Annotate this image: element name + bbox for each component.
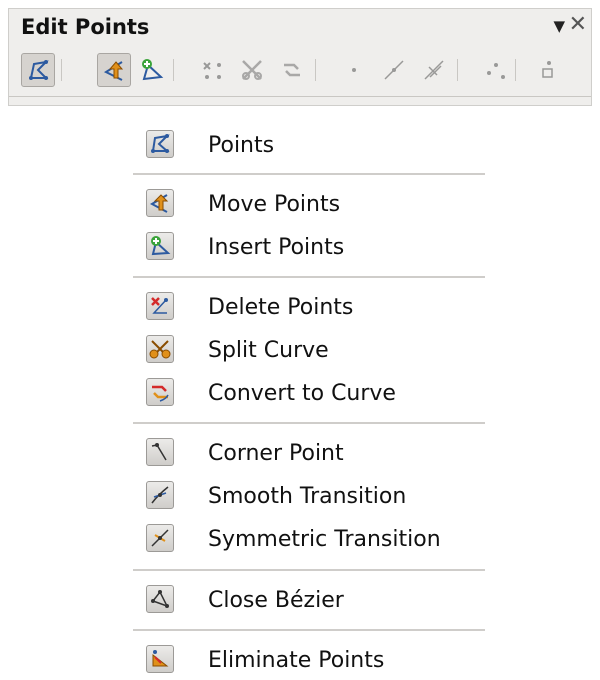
dropdown-icon[interactable]: ▼: [553, 17, 565, 35]
split-curve-icon: [146, 335, 174, 363]
menu-item-convert-to-curve[interactable]: Convert to Curve: [133, 373, 485, 413]
close-icon[interactable]: ✕: [569, 12, 587, 37]
menu-separator: [133, 569, 485, 571]
convert-to-curve-button[interactable]: [275, 53, 309, 87]
menu-item-split-curve[interactable]: Split Curve: [133, 330, 485, 370]
menu-item-label: Convert to Curve: [208, 381, 396, 406]
menu-separator: [133, 173, 485, 175]
toolbar-separator: [61, 59, 62, 81]
menu-separator: [133, 629, 485, 631]
split-curve-icon: [242, 60, 262, 80]
menu-item-label: Symmetric Transition: [208, 527, 441, 552]
delete-points-icon: [146, 292, 174, 320]
eliminate-points-icon: [146, 645, 174, 673]
close-bezier-button[interactable]: [479, 53, 513, 87]
convert-to-curve-icon: [284, 63, 300, 77]
toolbar-separator: [457, 59, 458, 81]
menu-item-close-bezier[interactable]: Close Bézier: [133, 580, 485, 620]
menu-item-label: Eliminate Points: [208, 648, 385, 673]
insert-points-button[interactable]: [135, 53, 169, 87]
insert-points-icon: [146, 232, 174, 260]
move-points-icon: [146, 189, 174, 217]
menu-separator: [133, 276, 485, 278]
move-points-icon: [103, 61, 124, 81]
corner-point-button[interactable]: [337, 53, 371, 87]
corner-point-icon: [352, 68, 356, 72]
edit-points-toolbar: Edit Points ▼ ✕: [8, 8, 592, 106]
symmetric-transition-icon: [424, 60, 444, 80]
points-icon: [146, 130, 174, 158]
corner-point-icon: [146, 438, 174, 466]
convert-to-curve-icon: [146, 378, 174, 406]
menu-item-corner-point[interactable]: Corner Point: [133, 433, 485, 473]
toolbar-separator: [315, 59, 316, 81]
menu-separator: [133, 422, 485, 424]
toolbar-bottom-border: [9, 96, 591, 97]
toolbar-separator: [515, 59, 516, 81]
close-bezier-icon: [487, 63, 505, 79]
smooth-transition-icon: [146, 481, 174, 509]
menu-item-insert-points[interactable]: Insert Points: [133, 227, 485, 267]
menu-item-smooth-transition[interactable]: Smooth Transition: [133, 476, 485, 516]
symmetric-transition-icon: [146, 524, 174, 552]
menu-item-label: Move Points: [208, 192, 341, 217]
smooth-transition-button[interactable]: [377, 53, 411, 87]
menu-item-label: Points: [208, 133, 275, 158]
menu-item-eliminate-points[interactable]: Eliminate Points: [133, 640, 485, 680]
toolbar-title: Edit Points: [21, 15, 150, 39]
menu-item-delete-points[interactable]: Delete Points: [133, 287, 485, 327]
eliminate-points-icon: [542, 61, 553, 78]
menu-item-label: Smooth Transition: [208, 484, 407, 509]
toolbar-buttons: [21, 49, 591, 93]
menu-item-label: Split Curve: [208, 338, 329, 363]
split-curve-button[interactable]: [235, 53, 269, 87]
points-button[interactable]: [21, 53, 55, 87]
points-icon: [29, 60, 49, 80]
symmetric-transition-button[interactable]: [417, 53, 451, 87]
menu-item-symmetric-transition[interactable]: Symmetric Transition: [133, 519, 485, 559]
insert-points-icon: [142, 59, 164, 81]
eliminate-points-button[interactable]: [533, 53, 567, 87]
menu-item-label: Delete Points: [208, 295, 354, 320]
move-points-button[interactable]: [97, 53, 131, 87]
delete-points-button[interactable]: [195, 53, 229, 87]
delete-points-icon: [203, 62, 221, 79]
toolbar-titlebar[interactable]: Edit Points ▼ ✕: [9, 9, 591, 43]
menu-item-label: Insert Points: [208, 235, 345, 260]
menu-item-points[interactable]: Points: [133, 125, 485, 165]
menu-item-move-points[interactable]: Move Points: [133, 184, 485, 224]
toolbar-separator: [173, 59, 174, 81]
menu-item-label: Close Bézier: [208, 588, 344, 613]
menu-item-label: Corner Point: [208, 441, 344, 466]
smooth-transition-icon: [384, 60, 404, 80]
close-bezier-icon: [146, 585, 174, 613]
